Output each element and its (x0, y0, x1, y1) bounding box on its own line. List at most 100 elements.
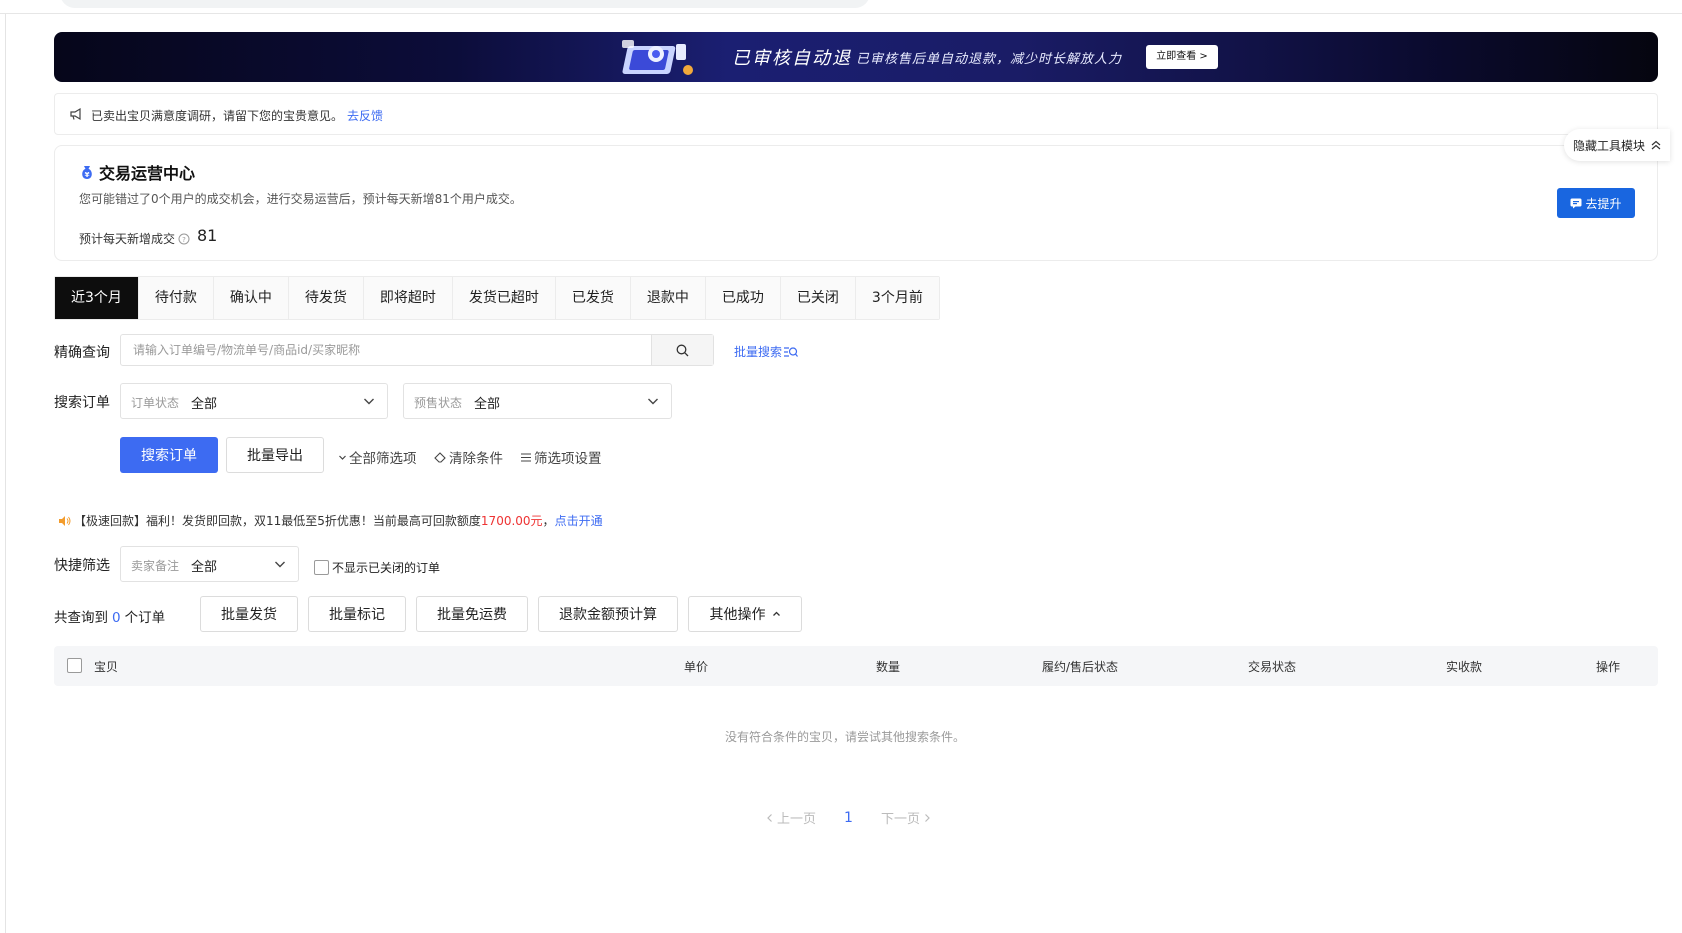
promo-text: 【极速回款】福利！发货即回款，双11最低至5折优惠！当前最高可回款额度 (74, 514, 481, 528)
col-operations: 操作 (1596, 660, 1621, 674)
chevron-right-icon (925, 813, 930, 822)
clear-conditions-label: 清除条件 (449, 451, 503, 467)
tab-to-ship[interactable]: 待发货 (288, 277, 364, 319)
other-actions-button[interactable]: 其他操作 (688, 596, 802, 632)
hide-tools-label: 隐藏工具模块 (1572, 138, 1645, 153)
tab-pending-payment[interactable]: 待付款 (138, 277, 214, 319)
batch-search-link[interactable]: 批量搜索 (734, 343, 798, 360)
promo-amount: 1700.00元 (480, 514, 543, 528)
search-icon (676, 344, 689, 356)
exact-search-label: 精确查询 (54, 345, 110, 361)
money-bag-icon: ¥ (82, 166, 92, 179)
next-page-button[interactable]: 下一页 (881, 808, 931, 827)
col-trade-status: 交易状态 (1248, 660, 1297, 674)
select-all-checkbox[interactable] (67, 658, 82, 673)
tab-shipping-overdue[interactable]: 发货已超时 (452, 277, 556, 319)
tab-closed[interactable]: 已关闭 (780, 277, 856, 319)
list-search-icon (784, 346, 798, 357)
col-amount-received: 实收款 (1446, 660, 1483, 674)
batch-free-shipping-button[interactable]: 批量免运费 (416, 596, 528, 632)
feedback-link[interactable]: 去反馈 (347, 109, 383, 123)
improve-button-label: 去提升 (1585, 196, 1622, 211)
seller-note-label: 卖家备注 (131, 559, 180, 573)
improve-button[interactable]: 去提升 (1557, 188, 1635, 218)
batch-ship-button[interactable]: 批量发货 (200, 596, 298, 632)
tab-about-to-timeout[interactable]: 即将超时 (363, 277, 453, 319)
seller-note-value: 全部 (191, 560, 218, 575)
prev-page-button[interactable]: 上一页 (766, 808, 816, 827)
promo-activate-link[interactable]: 点击开通 (555, 514, 603, 528)
order-status-label: 订单状态 (131, 396, 180, 410)
filter-settings-label: 筛选项设置 (534, 451, 602, 467)
survey-notice: 已卖出宝贝满意度调研，请留下您的宝贵意见。 去反馈 (54, 93, 1658, 135)
order-status-select[interactable]: 订单状态 全部 (120, 383, 388, 419)
banner-subtitle: 已审核售后单自动退款，减少时长解放人力 (856, 52, 1123, 67)
quick-filter-label: 快捷筛选 (54, 558, 110, 574)
chevron-down-icon (364, 398, 374, 405)
hide-closed-checkbox[interactable] (314, 560, 329, 575)
banner-view-button[interactable]: 立即查看 > (1146, 45, 1218, 69)
order-status-value: 全部 (191, 397, 218, 412)
all-filters-toggle[interactable]: 全部筛选项 (338, 447, 417, 467)
chevron-down-icon (648, 398, 658, 405)
clear-conditions-link[interactable]: 清除条件 (434, 447, 503, 467)
prev-page-label: 上一页 (777, 812, 817, 827)
double-chevron-up-icon (1651, 140, 1661, 150)
address-bar[interactable] (60, 0, 870, 8)
empty-state-message: 没有符合条件的宝贝，请尝试其他搜索条件。 (724, 730, 965, 744)
help-icon[interactable]: ? (178, 233, 190, 245)
seller-note-select[interactable]: 卖家备注 全部 (120, 546, 299, 582)
browser-top-strip (0, 0, 1682, 14)
menu-lines-icon (521, 452, 531, 462)
banner-title: 已审核自动退 (732, 48, 852, 69)
notice-text: 已卖出宝贝满意度调研，请留下您的宝贵意见。 (91, 109, 344, 123)
order-search-box (120, 334, 714, 366)
promo-banner[interactable]: 已审核自动退 已审核售后单自动退款，减少时长解放人力 立即查看 > (54, 32, 1658, 82)
count-prefix: 共查询到 (54, 610, 108, 626)
tab-refunding[interactable]: 退款中 (630, 277, 706, 319)
tab-succeeded[interactable]: 已成功 (705, 277, 781, 319)
search-orders-label: 搜索订单 (54, 395, 110, 411)
col-fulfillment-status: 履约/售后状态 (1042, 660, 1119, 674)
svg-text:¥: ¥ (85, 171, 90, 179)
page-number[interactable]: 1 (844, 810, 853, 826)
col-unit-price: 单价 (684, 660, 709, 674)
tab-last-3-months[interactable]: 近3个月 (55, 277, 139, 319)
search-submit-button[interactable] (651, 335, 713, 365)
trade-operation-center: ¥ 交易运营中心 您可能错过了0个用户的成交机会，进行交易运营后，预计每天新增8… (54, 145, 1658, 261)
batch-mark-button[interactable]: 批量标记 (308, 596, 406, 632)
svg-text:?: ? (182, 236, 186, 244)
chevron-left-icon (767, 813, 772, 822)
order-count: 0 (112, 610, 121, 626)
presale-status-select[interactable]: 预售状态 全部 (403, 383, 672, 419)
fast-payment-promo: 【极速回款】福利！发货即回款，双11最低至5折优惠！当前最高可回款额度1700.… (58, 512, 603, 529)
batch-search-label: 批量搜索 (734, 345, 783, 359)
pagination: 上一页 1 下一页 (766, 808, 931, 827)
refund-estimate-button[interactable]: 退款金额预计算 (538, 596, 678, 632)
batch-export-button[interactable]: 批量导出 (226, 437, 324, 473)
megaphone-icon (70, 107, 81, 121)
all-filters-label: 全部筛选项 (349, 451, 417, 467)
count-suffix: 个订单 (124, 610, 166, 626)
presale-status-value: 全部 (474, 397, 501, 412)
search-orders-button[interactable]: 搜索订单 (120, 437, 218, 473)
chevron-down-icon (275, 561, 285, 568)
hide-closed-orders-option[interactable]: 不显示已关闭的订单 (314, 559, 440, 576)
presale-status-label: 预售状态 (414, 396, 463, 410)
filter-settings-link[interactable]: 筛选项设置 (520, 447, 602, 467)
left-divider (5, 14, 6, 933)
trade-center-desc: 您可能错过了0个用户的成交机会，进行交易运营后，预计每天新增81个用户成交。 (79, 192, 522, 206)
orders-table-header: 宝贝 单价 数量 履约/售后状态 交易状态 实收款 操作 (54, 646, 1658, 686)
other-actions-label: 其他操作 (709, 607, 766, 623)
tab-confirming[interactable]: 确认中 (213, 277, 289, 319)
col-item: 宝贝 (94, 660, 119, 674)
result-count: 共查询到 0 个订单 (54, 606, 165, 626)
hide-tools-toggle[interactable]: 隐藏工具模块 (1564, 129, 1670, 161)
eraser-icon (434, 452, 446, 463)
order-search-input[interactable] (121, 335, 653, 365)
tab-shipped[interactable]: 已发货 (555, 277, 631, 319)
tab-older-than-3-months[interactable]: 3个月前 (855, 277, 939, 319)
metric-value: 81 (197, 226, 218, 245)
chevron-up-icon (772, 611, 780, 616)
banner-illustration-icon (622, 40, 693, 75)
